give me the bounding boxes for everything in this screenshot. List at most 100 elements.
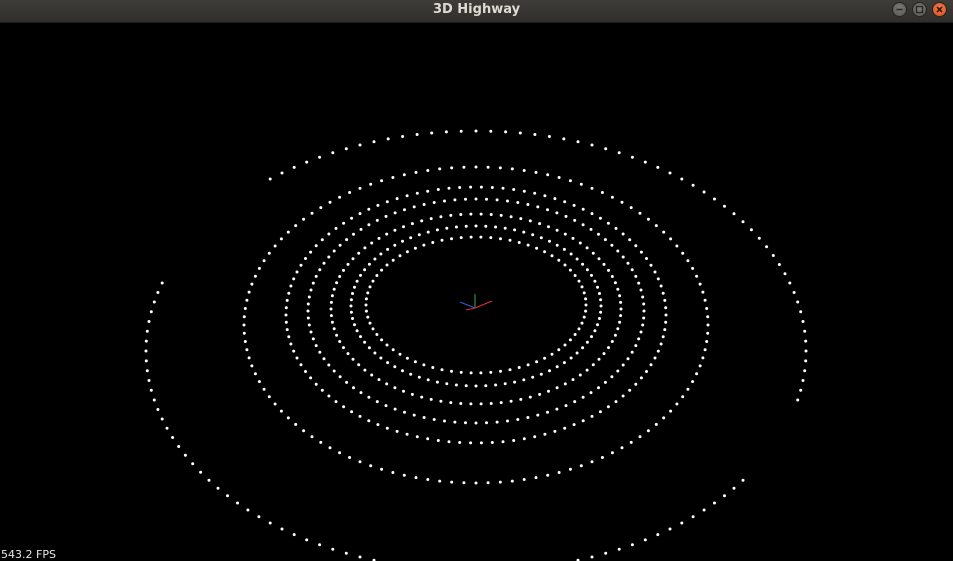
minimize-button[interactable] [892,2,907,17]
point [641,323,645,327]
point [459,236,463,240]
point [563,426,567,430]
point [642,309,646,313]
point [459,370,463,374]
point [504,130,508,134]
point [398,254,402,258]
maximize-button[interactable] [912,2,927,17]
point [543,356,547,360]
point [664,313,668,317]
point [445,382,449,386]
point [474,224,478,228]
point [401,239,404,243]
point [304,370,307,373]
minimize-icon [896,8,903,11]
point [629,440,633,444]
close-button[interactable] [932,2,947,17]
point [426,230,430,234]
point [519,397,523,401]
point [242,315,246,319]
point [546,173,550,177]
point [661,291,665,295]
point [426,169,430,172]
window-title: 3D Highway [432,2,521,17]
point [531,375,535,379]
point [415,133,419,136]
close-icon [936,6,943,13]
point [328,446,332,450]
point [610,451,614,455]
window-titlebar[interactable]: 3D Highway [0,0,953,23]
point [144,359,148,363]
point [216,486,220,490]
point [617,151,621,155]
point [292,349,296,353]
point [479,371,483,375]
point [553,429,557,433]
point [393,211,397,215]
point [351,317,354,320]
point [584,309,588,313]
point [342,221,346,225]
point [462,165,466,169]
point [459,402,463,405]
point [309,288,313,292]
point [144,339,148,343]
point [393,243,397,247]
point [580,321,584,325]
point [262,387,266,391]
point [590,335,593,339]
point [286,416,290,420]
point [292,277,296,281]
point [246,508,250,512]
point [380,467,384,471]
point [543,194,547,198]
point [402,389,405,393]
point [370,241,374,245]
point [499,213,503,217]
3d-viewport[interactable]: 543.2 FPS [0,23,953,561]
point [610,375,614,379]
point [458,441,462,444]
point [590,414,594,418]
point [590,555,594,559]
point [338,375,342,379]
point [606,405,610,409]
point [509,215,513,219]
point [458,186,462,189]
point [620,446,624,450]
point [732,486,736,490]
point [420,395,424,399]
point [436,439,440,442]
point [309,376,313,380]
point [401,135,405,138]
point [522,230,526,234]
point [413,246,417,250]
point [445,226,449,230]
point [417,375,421,379]
point [548,369,551,373]
point [485,197,488,201]
point [267,395,271,399]
point [522,478,526,481]
point [691,183,695,187]
point [638,435,642,439]
point [585,368,589,372]
point [628,388,632,392]
point [607,346,610,350]
point [330,294,334,298]
point [645,257,648,260]
point [489,236,493,240]
point [563,343,567,347]
point [415,435,419,439]
point [534,476,538,480]
point [310,211,314,215]
point [630,543,634,547]
point [318,543,322,547]
point [417,233,421,237]
point [628,238,632,242]
point [599,304,603,308]
point [804,349,808,353]
point [342,346,345,350]
point [663,328,667,332]
